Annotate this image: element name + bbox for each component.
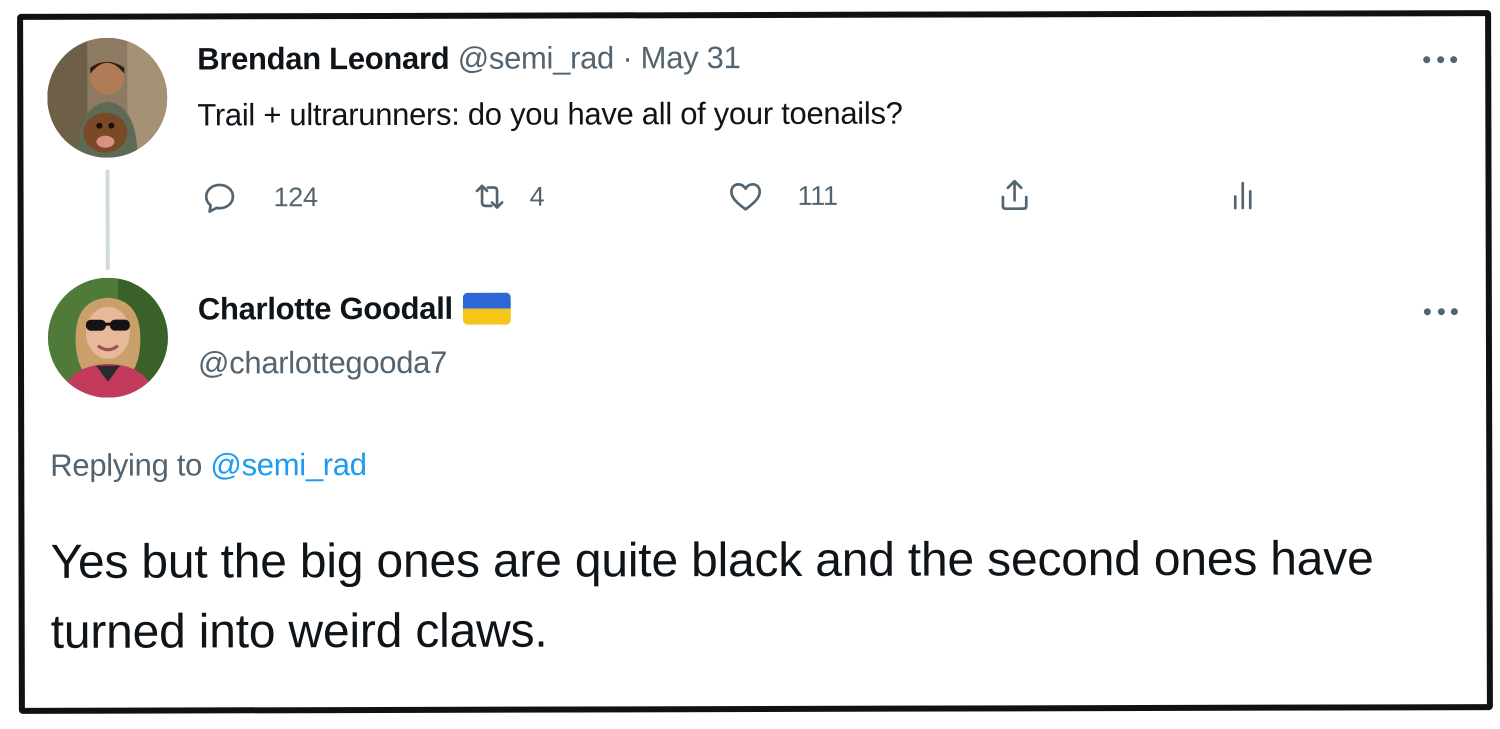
retweet-icon: [475, 184, 504, 209]
more-options-button[interactable]: [1423, 54, 1458, 64]
avatar-photo-woman-sunglasses: [47, 277, 169, 398]
tweet-actions-bar: 124 4 111: [200, 173, 1280, 220]
more-options-button[interactable]: [1423, 306, 1458, 316]
tweet-screenshot-frame: Brendan Leonard @semi_rad · May 31 Trail…: [17, 10, 1493, 714]
analytics-button[interactable]: [1224, 173, 1264, 217]
author-handle[interactable]: @semi_rad: [458, 40, 614, 75]
avatar-photo-man-with-dog: [47, 37, 168, 158]
retweet-button[interactable]: 4: [470, 175, 545, 219]
more-icon-dot: [1437, 307, 1445, 315]
analytics-icon: [1233, 181, 1252, 210]
more-icon-dot: [1450, 307, 1458, 315]
replying-to-mention-link[interactable]: @semi_rad: [210, 447, 366, 482]
tweet-date[interactable]: May 31: [641, 40, 741, 75]
like-count: 111: [797, 180, 838, 211]
ukraine-flag-emoji-icon: [462, 292, 511, 325]
thread-connector-line: [105, 169, 110, 270]
replier-avatar[interactable]: [47, 277, 169, 398]
share-button[interactable]: [995, 173, 1035, 217]
reply-button[interactable]: 124: [200, 175, 318, 219]
tweet-header: Brendan Leonard @semi_rad · May 31: [197, 40, 740, 77]
more-icon-dot: [1423, 307, 1431, 315]
author-name[interactable]: Charlotte Goodall: [198, 291, 453, 328]
header-separator: ·: [622, 40, 633, 76]
like-button[interactable]: 111: [726, 174, 838, 218]
reply-count: 124: [273, 181, 318, 212]
more-icon-dot: [1436, 55, 1444, 63]
share-icon: [1001, 179, 1028, 211]
replying-to-line: Replying to @semi_rad: [50, 447, 366, 484]
replying-prefix: Replying to: [50, 447, 203, 483]
tweet-text: Trail + ultrarunners: do you have all of…: [197, 95, 903, 133]
author-handle[interactable]: @charlottegooda7: [198, 345, 447, 382]
replier-name-row: Charlotte Goodall: [198, 291, 511, 328]
author-name[interactable]: Brendan Leonard: [197, 41, 449, 77]
author-avatar[interactable]: [47, 37, 168, 158]
like-icon: [730, 183, 762, 211]
more-icon-dot: [1450, 55, 1458, 63]
more-icon-dot: [1423, 55, 1431, 63]
reply-icon: [204, 183, 235, 213]
retweet-count: 4: [529, 181, 545, 212]
reply-text: Yes but the big ones are quite black and…: [50, 532, 1374, 659]
